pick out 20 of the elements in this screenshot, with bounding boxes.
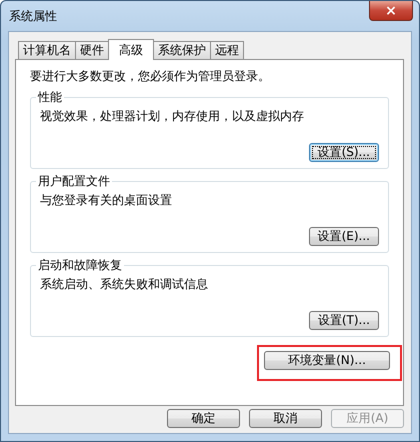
tab[interactable]: 硬件 [75, 41, 109, 59]
group-title: 性能 [36, 89, 64, 106]
group-description: 系统启动、系统失败和调试信息 [40, 276, 209, 293]
group-title: 启动和故障恢复 [36, 257, 124, 274]
settings-button[interactable]: 设置(S)... [308, 143, 379, 162]
group-title: 用户配置文件 [36, 173, 112, 190]
dialog-button[interactable]: 确定 [167, 409, 240, 428]
tab[interactable]: 高级 [108, 39, 154, 60]
dialog-button[interactable]: 取消 [249, 409, 322, 428]
tab[interactable]: 远程 [210, 41, 244, 59]
group-description: 视觉效果，处理器计划，内存使用，以及虚拟内存 [40, 108, 305, 125]
window-title: 系统属性 [9, 8, 57, 25]
tab[interactable]: 计算机名 [18, 41, 76, 59]
tab[interactable]: 系统保护 [153, 41, 211, 59]
settings-button[interactable]: 设置(E)... [308, 227, 379, 246]
group-description: 与您登录有关的桌面设置 [40, 192, 173, 209]
admin-notice: 要进行大多数更改，您必须作为管理员登录。 [30, 68, 271, 85]
settings-button[interactable]: 设置(T)... [308, 311, 379, 330]
close-button[interactable]: × [369, 1, 413, 21]
environment-variables-button[interactable]: 环境变量(N)... [264, 351, 390, 370]
